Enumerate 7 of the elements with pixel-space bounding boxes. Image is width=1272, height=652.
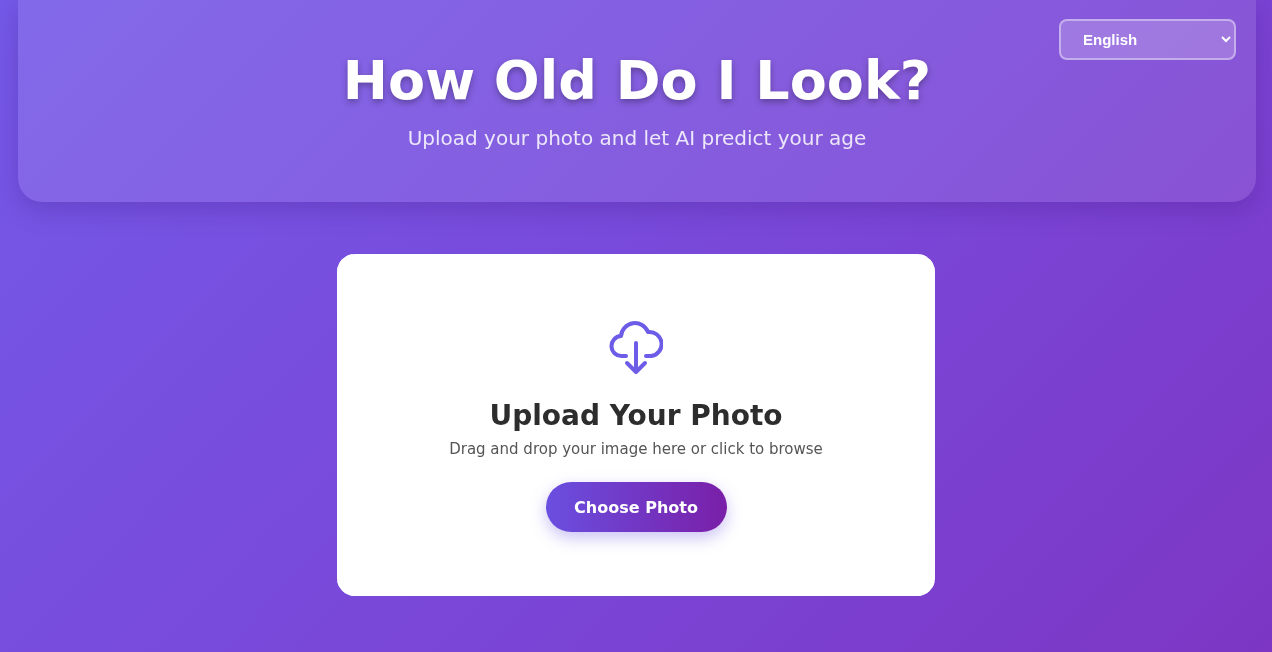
page-title: How Old Do I Look? (342, 50, 932, 112)
upload-title: Upload Your Photo (489, 399, 783, 432)
page-subtitle: Upload your photo and let AI predict your age (407, 126, 867, 150)
upload-card[interactable]: Upload Your Photo Drag and drop your image here or click to browse Choose Photo (337, 254, 935, 596)
cloud-download-icon (609, 319, 663, 377)
choose-photo-button[interactable]: Choose Photo (545, 482, 727, 532)
upload-hint: Drag and drop your image here or click to browse (449, 440, 823, 458)
